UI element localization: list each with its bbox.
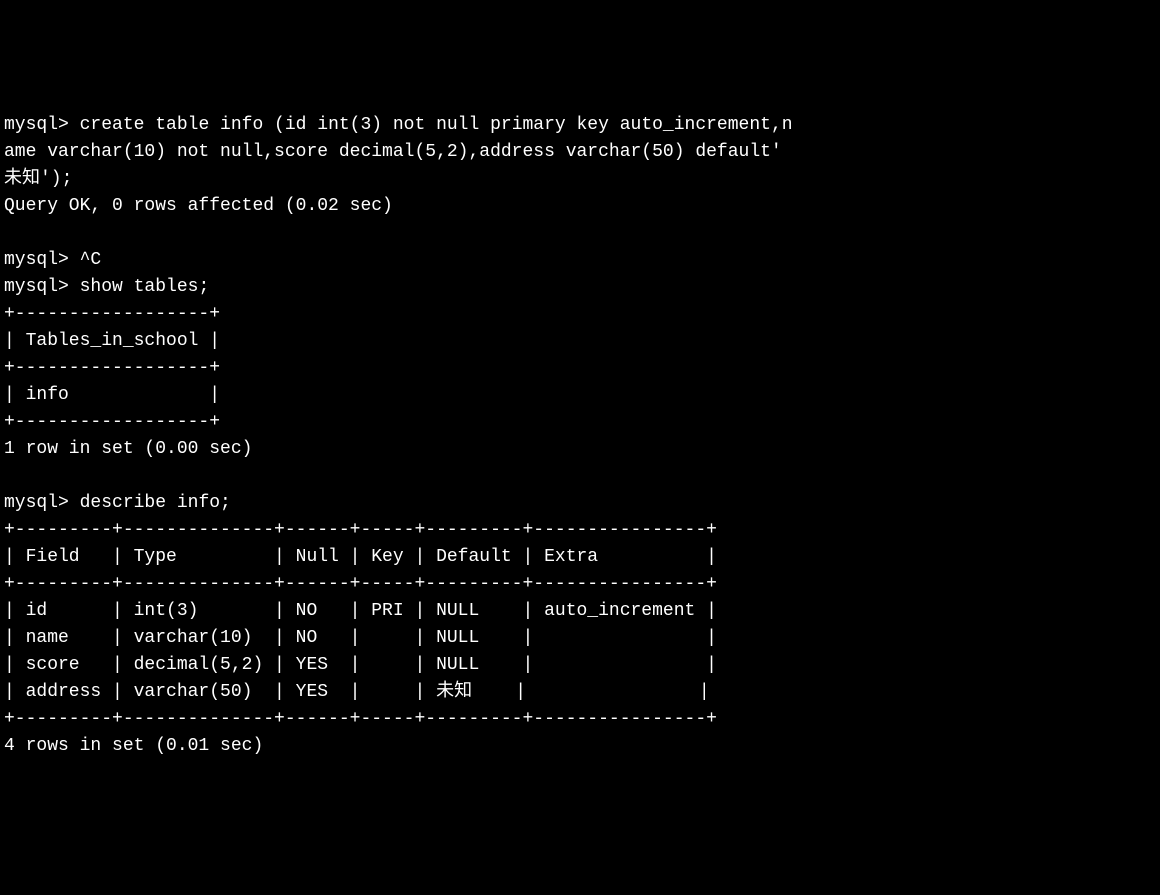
table-border: +------------------+ [4, 355, 1156, 382]
prompt: mysql> [4, 250, 69, 270]
table-row: | info | [4, 382, 1156, 409]
query-result: Query OK, 0 rows affected (0.02 sec) [4, 193, 1156, 220]
terminal-output[interactable]: mysql> create table info (id int(3) not … [4, 112, 1156, 760]
table-header: | Tables_in_school | [4, 328, 1156, 355]
table-row: | name | varchar(10) | NO | | NULL | | [4, 625, 1156, 652]
command-text: create table info (id int(3) not null pr… [80, 115, 793, 135]
prompt: mysql> [4, 493, 69, 513]
table-border: +---------+--------------+------+-----+-… [4, 571, 1156, 598]
command-text: describe info; [80, 493, 231, 513]
table-border: +------------------+ [4, 409, 1156, 436]
command-line: mysql> describe info; [4, 490, 1156, 517]
blank-line [4, 463, 1156, 490]
command-continuation: ame varchar(10) not null,score decimal(5… [4, 139, 1156, 166]
table-border: +---------+--------------+------+-----+-… [4, 517, 1156, 544]
prompt: mysql> [4, 277, 69, 297]
table-row: | address | varchar(50) | YES | | 未知 | | [4, 679, 1156, 706]
result-summary: 1 row in set (0.00 sec) [4, 436, 1156, 463]
command-line: mysql> show tables; [4, 274, 1156, 301]
table-border: +---------+--------------+------+-----+-… [4, 706, 1156, 733]
command-line: mysql> create table info (id int(3) not … [4, 112, 1156, 139]
interrupt-signal: ^C [80, 250, 102, 270]
result-summary: 4 rows in set (0.01 sec) [4, 733, 1156, 760]
table-row: | id | int(3) | NO | PRI | NULL | auto_i… [4, 598, 1156, 625]
table-border: +------------------+ [4, 301, 1156, 328]
prompt: mysql> [4, 115, 69, 135]
blank-line [4, 220, 1156, 247]
command-line: mysql> ^C [4, 247, 1156, 274]
command-continuation: 未知'); [4, 166, 1156, 193]
table-row: | score | decimal(5,2) | YES | | NULL | … [4, 652, 1156, 679]
table-header: | Field | Type | Null | Key | Default | … [4, 544, 1156, 571]
command-text: show tables; [80, 277, 210, 297]
